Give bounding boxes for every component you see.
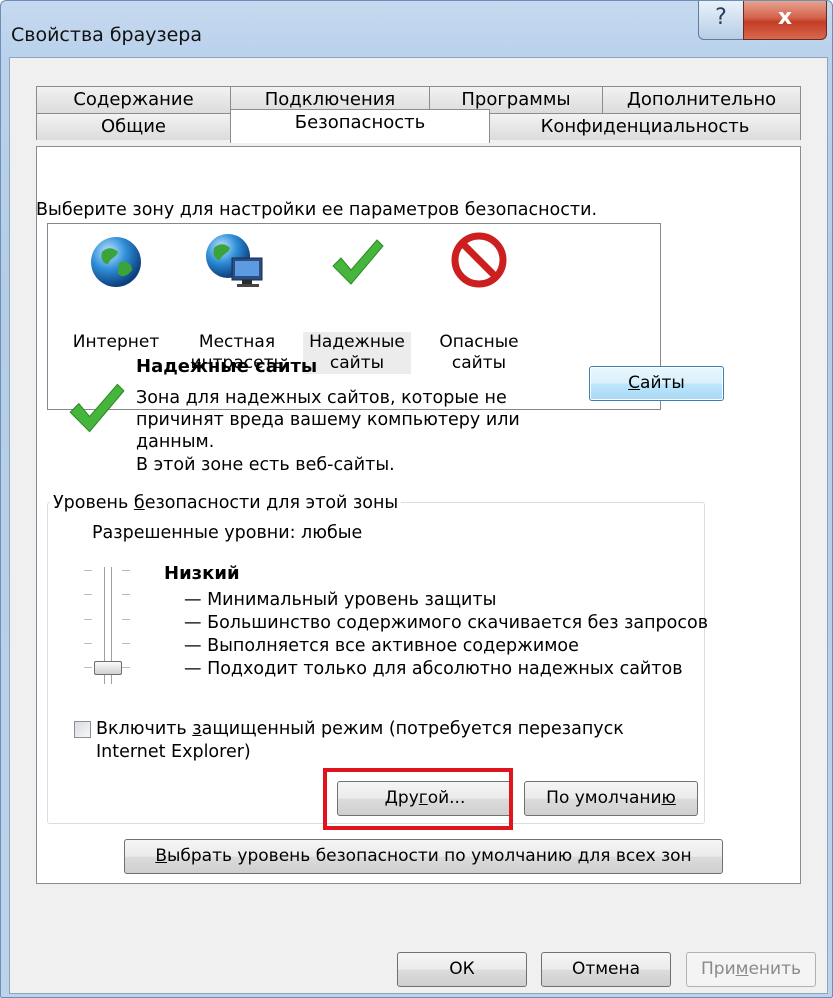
default-level-button[interactable]: По умолчанию (524, 781, 698, 816)
checkmark-icon (332, 239, 384, 285)
dialog-content: Содержание Подключения Программы Дополни… (9, 57, 828, 994)
close-button[interactable]: x (743, 1, 827, 40)
zone-list: Интернет Местная интрасеть Надежные сайт… (47, 223, 661, 410)
slider-tick (84, 667, 92, 668)
help-button[interactable]: ? (698, 1, 744, 40)
intranet-icon (206, 234, 263, 287)
zone-trusted-label-2: сайты (329, 353, 385, 373)
slider-tick (122, 643, 130, 644)
level-bullet-4: — Подходит только для абсолютно надежных… (184, 659, 683, 679)
apply-button[interactable]: Применить (686, 952, 816, 987)
tab-advanced[interactable]: Дополнительно (602, 86, 801, 113)
tab-security[interactable]: Безопасность (230, 109, 490, 143)
cancel-button[interactable]: Отмена (541, 952, 671, 987)
zone-info-desc-4: В этой зоне есть веб-сайты. (136, 455, 395, 475)
sites-button[interactable]: Сайты (589, 366, 724, 401)
level-name: Низкий (164, 563, 240, 584)
window-title: Свойства браузера (11, 24, 202, 46)
slider-tick (122, 594, 130, 595)
tab-privacy[interactable]: Конфиденциальность (489, 113, 801, 140)
zone-trusted-label-1: Надежные (309, 332, 405, 352)
allowed-levels-label: Разрешенные уровни: любые (92, 523, 363, 543)
security-level-slider-thumb[interactable] (94, 661, 122, 675)
dialog-window: Свойства браузера ? x Содержание Подключ… (0, 0, 833, 998)
security-level-legend: Уровень безопасности для этой зоны (50, 493, 402, 513)
zone-restricted-label-2: сайты (451, 353, 507, 373)
prohibited-icon (451, 232, 507, 288)
slider-tick (84, 619, 92, 620)
zone-intranet-label-1: Местная (198, 332, 276, 352)
protected-mode-checkbox[interactable] (74, 721, 91, 738)
zone-instruction: Выберите зону для настройки ее параметро… (36, 200, 598, 220)
trusted-zone-checkmark-icon (69, 383, 125, 433)
zone-internet-label: Интернет (72, 332, 160, 352)
protected-mode-label[interactable]: Включить защищенный режим (потребуется п… (96, 719, 624, 739)
slider-tick (122, 570, 130, 571)
slider-tick (84, 643, 92, 644)
tab-general[interactable]: Общие (36, 113, 231, 140)
protected-mode-label-line2: Internet Explorer) (96, 742, 251, 762)
zone-info-desc-1: Зона для надежных сайтов, которые не (136, 388, 507, 408)
reset-all-zones-button[interactable]: Выбрать уровень безопасности по умолчани… (124, 839, 723, 874)
ok-button[interactable]: ОК (397, 952, 527, 987)
slider-tick (122, 619, 130, 620)
level-bullet-1: — Минимальный уровень защиты (184, 590, 497, 610)
globe-icon (91, 237, 141, 287)
slider-tick (84, 570, 92, 571)
level-bullet-2: — Большинство содержимого скачивается бе… (184, 613, 709, 633)
zone-info-desc-3: данным. (136, 432, 215, 452)
slider-tick (122, 667, 130, 668)
zone-info-title: Надежные сайты (136, 356, 318, 377)
level-bullet-3: — Выполняется все активное содержимое (184, 636, 579, 656)
custom-level-highlight (323, 768, 513, 830)
zone-restricted-label-1: Опасные (439, 332, 519, 352)
slider-tick (84, 594, 92, 595)
zone-info-desc-2: причинят вреда вашему компьютеру или (136, 410, 520, 430)
tab-content[interactable]: Содержание (36, 86, 231, 113)
